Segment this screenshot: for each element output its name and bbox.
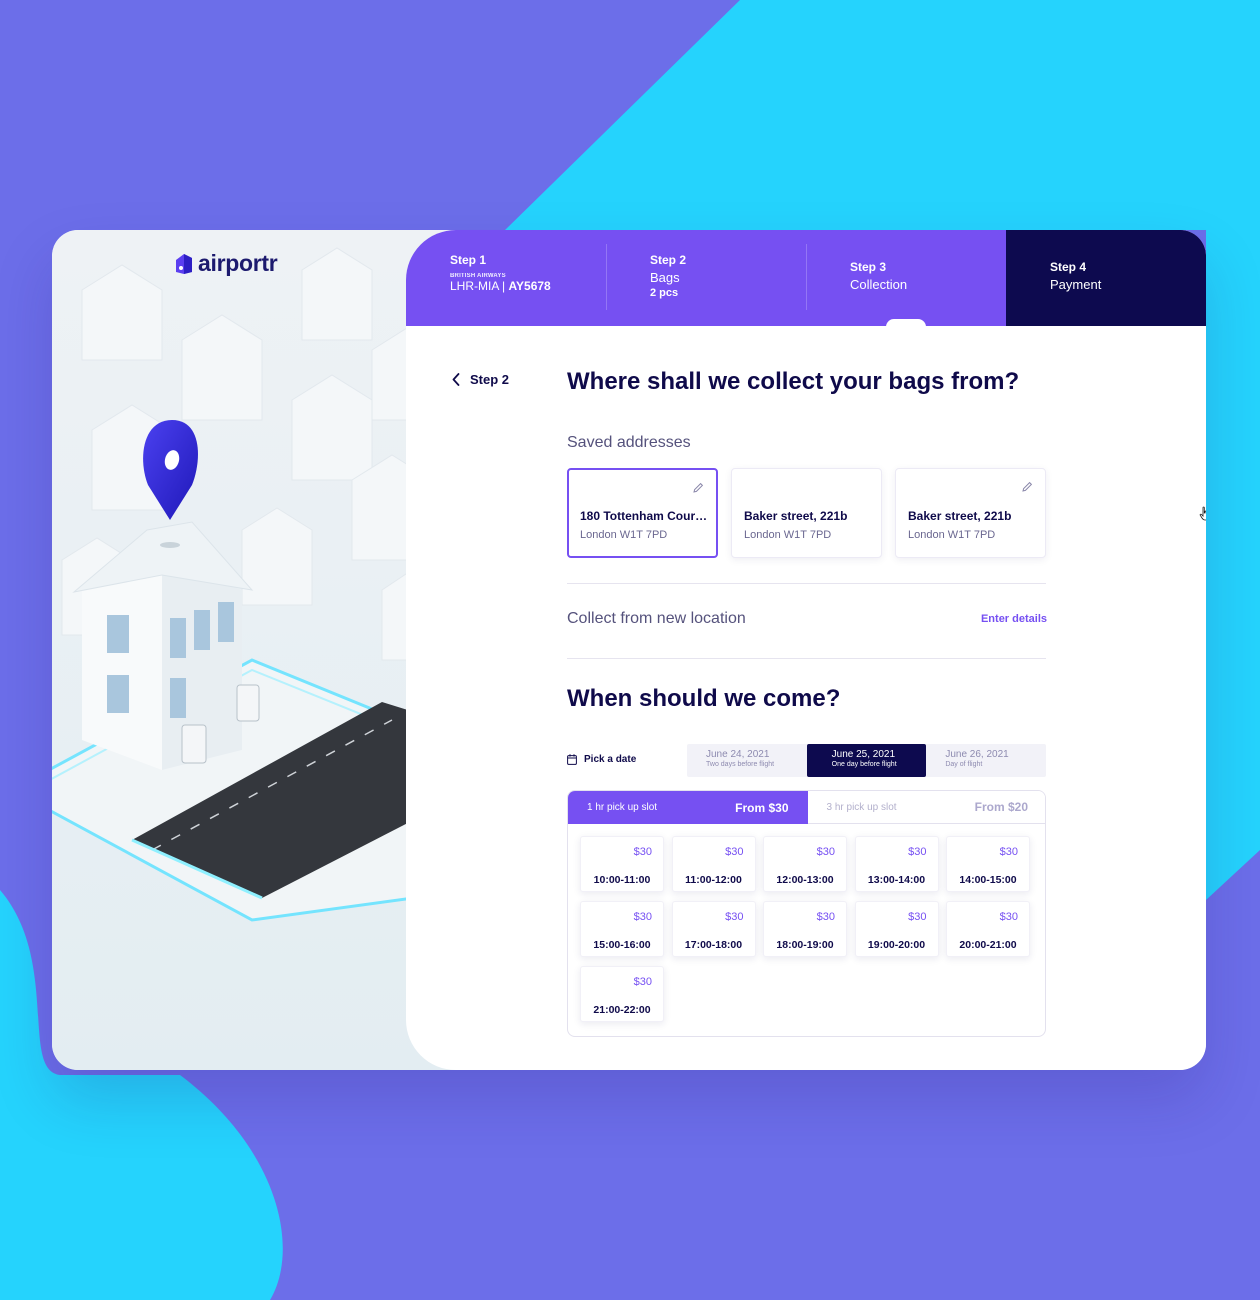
time-slot[interactable]: $30 10:00-11:00 [580,836,664,892]
time-slot[interactable]: $30 12:00-13:00 [763,836,847,892]
step-2-count: 2 pcs [650,287,679,299]
flight-number: AY5678 [508,279,551,293]
slot-price: $30 [633,976,652,988]
step-3-label: Collection [850,277,908,292]
step-1-flight[interactable]: Step 1 BRITISH AIRWAYS LHR-MIA | AY5678 [406,230,606,326]
date-value: June 25, 2021 [831,749,896,760]
new-location-label: Collect from new location [567,610,746,627]
address-card-selected[interactable]: 180 Tottenham Court Road London W1T 7PD [567,468,718,558]
slot-type-tabs: 1 hr pick up slot From $30 3 hr pick up … [568,791,1045,824]
address-card[interactable]: Baker street, 221b London W1T 7PD [731,468,882,558]
address-title: 180 Tottenham Court Road [580,509,708,523]
address-postcode: London W1T 7PD [908,529,996,541]
slot-price: $30 [816,911,835,923]
step-1-title: Step 1 [450,253,487,267]
collect-heading: Where shall we collect your bags from? [567,368,1020,395]
enter-details-link[interactable]: Enter details [981,613,1047,625]
date-selector: June 24, 2021 Two days before flight Jun… [687,744,1046,777]
address-postcode: London W1T 7PD [580,529,668,541]
time-slot[interactable]: $30 20:00-21:00 [946,901,1030,957]
address-title: Baker street, 221b [908,509,1012,523]
step-4-label: Payment [1050,277,1102,292]
slot-time: 20:00-21:00 [959,939,1017,951]
tab-price: From $30 [735,800,789,815]
slot-price: $30 [725,846,744,858]
address-title: Baker street, 221b [744,509,848,523]
slot-time: 14:00-15:00 [959,874,1017,886]
tab-3hr-slot[interactable]: 3 hr pick up slot From $20 [807,791,1045,824]
slot-time: 18:00-19:00 [776,939,834,951]
flight-route: LHR-MIA | AY5678 [450,279,606,293]
pick-date-label[interactable]: Pick a date [567,754,636,765]
slot-price: $30 [908,911,927,923]
time-slot[interactable]: $30 21:00-22:00 [580,966,664,1022]
slot-time: 12:00-13:00 [776,874,834,886]
address-postcode: London W1T 7PD [744,529,832,541]
address-card[interactable]: Baker street, 221b London W1T 7PD [895,468,1046,558]
route-text: LHR-MIA | [450,279,506,293]
date-note: Two days before flight [706,761,775,768]
slot-price: $30 [633,846,652,858]
slot-time: 11:00-12:00 [685,874,742,886]
date-note: Day of flight [945,761,983,768]
pick-date-text: Pick a date [584,754,637,765]
slot-price: $30 [725,911,744,923]
time-slot[interactable]: $30 19:00-20:00 [854,901,939,957]
tab-1hr-slot[interactable]: 1 hr pick up slot From $30 [568,791,808,824]
time-slot[interactable]: $30 13:00-14:00 [854,836,939,892]
tab-price: From $20 [974,800,1028,814]
slot-price: $30 [999,911,1018,923]
step-2-bags[interactable]: Step 2 Bags 2 pcs [606,230,806,326]
slot-price: $30 [908,846,927,858]
slot-price: $30 [999,846,1018,858]
slot-time: 15:00-16:00 [593,939,651,951]
divider [567,583,1046,584]
tab-label: 1 hr pick up slot [587,802,658,813]
step-2-title: Step 2 [650,253,687,267]
step-4-payment[interactable]: Step 4 Payment [1006,230,1206,326]
slot-time: 13:00-14:00 [867,874,926,886]
edit-pencil-icon[interactable] [692,482,704,494]
date-option-selected[interactable]: June 25, 2021 One day before flight [806,744,927,777]
airline-name: BRITISH AIRWAYS [450,273,506,279]
slot-price: $30 [816,846,835,858]
back-label: Step 2 [470,372,510,387]
step-3-collection[interactable]: Step 3 Collection [806,230,1006,327]
back-button[interactable]: Step 2 [452,372,509,387]
slot-grid: $30 10:00-11:00 $30 11:00-12:00 $30 12:00-1… [580,836,1035,1022]
slot-time: 19:00-20:00 [867,939,926,951]
edit-pencil-icon[interactable] [1021,481,1033,493]
time-slot[interactable]: $30 17:00-18:00 [671,901,756,957]
tab-label: 3 hr pick up slot [826,801,897,813]
time-slot[interactable]: $30 18:00-19:00 [763,901,847,957]
divider [567,658,1046,659]
step-3-title: Step 3 [850,260,887,274]
app-window: airportr Step 1 BRITISH AIRWAYS LHR-MIA … [52,230,1206,1070]
step-4-title: Step 4 [1050,260,1087,274]
chevron-left-icon [452,373,460,386]
date-note: One day before flight [831,761,897,768]
date-value: June 24, 2021 [706,749,770,760]
when-heading: When should we come? [567,685,841,712]
saved-addresses-label: Saved addresses [567,434,691,451]
slot-price: $30 [633,911,652,923]
logo-mark-icon [176,253,192,274]
hand-cursor-icon [1199,506,1206,521]
time-slot[interactable]: $30 15:00-16:00 [580,901,664,957]
date-option[interactable]: June 26, 2021 Day of flight [926,744,1046,777]
time-slot[interactable]: $30 14:00-15:00 [946,836,1030,892]
date-value: June 26, 2021 [945,749,1009,760]
time-slots-panel: 1 hr pick up slot From $30 3 hr pick up … [567,790,1046,1037]
step-progress-bar: Step 1 BRITISH AIRWAYS LHR-MIA | AY5678 … [406,230,1206,327]
booking-panel: Step 1 BRITISH AIRWAYS LHR-MIA | AY5678 … [406,230,1206,1070]
logo-text: airportr [198,250,278,276]
slot-time: 21:00-22:00 [593,1004,651,1016]
calendar-icon [567,754,577,765]
date-option[interactable]: June 24, 2021 Two days before flight [687,744,807,777]
slot-time: 17:00-18:00 [684,939,743,951]
step-2-label: Bags [650,270,680,285]
brand-logo[interactable]: airportr [174,250,278,277]
slot-time: 10:00-11:00 [593,874,651,886]
time-slot[interactable]: $30 11:00-12:00 [671,836,756,892]
